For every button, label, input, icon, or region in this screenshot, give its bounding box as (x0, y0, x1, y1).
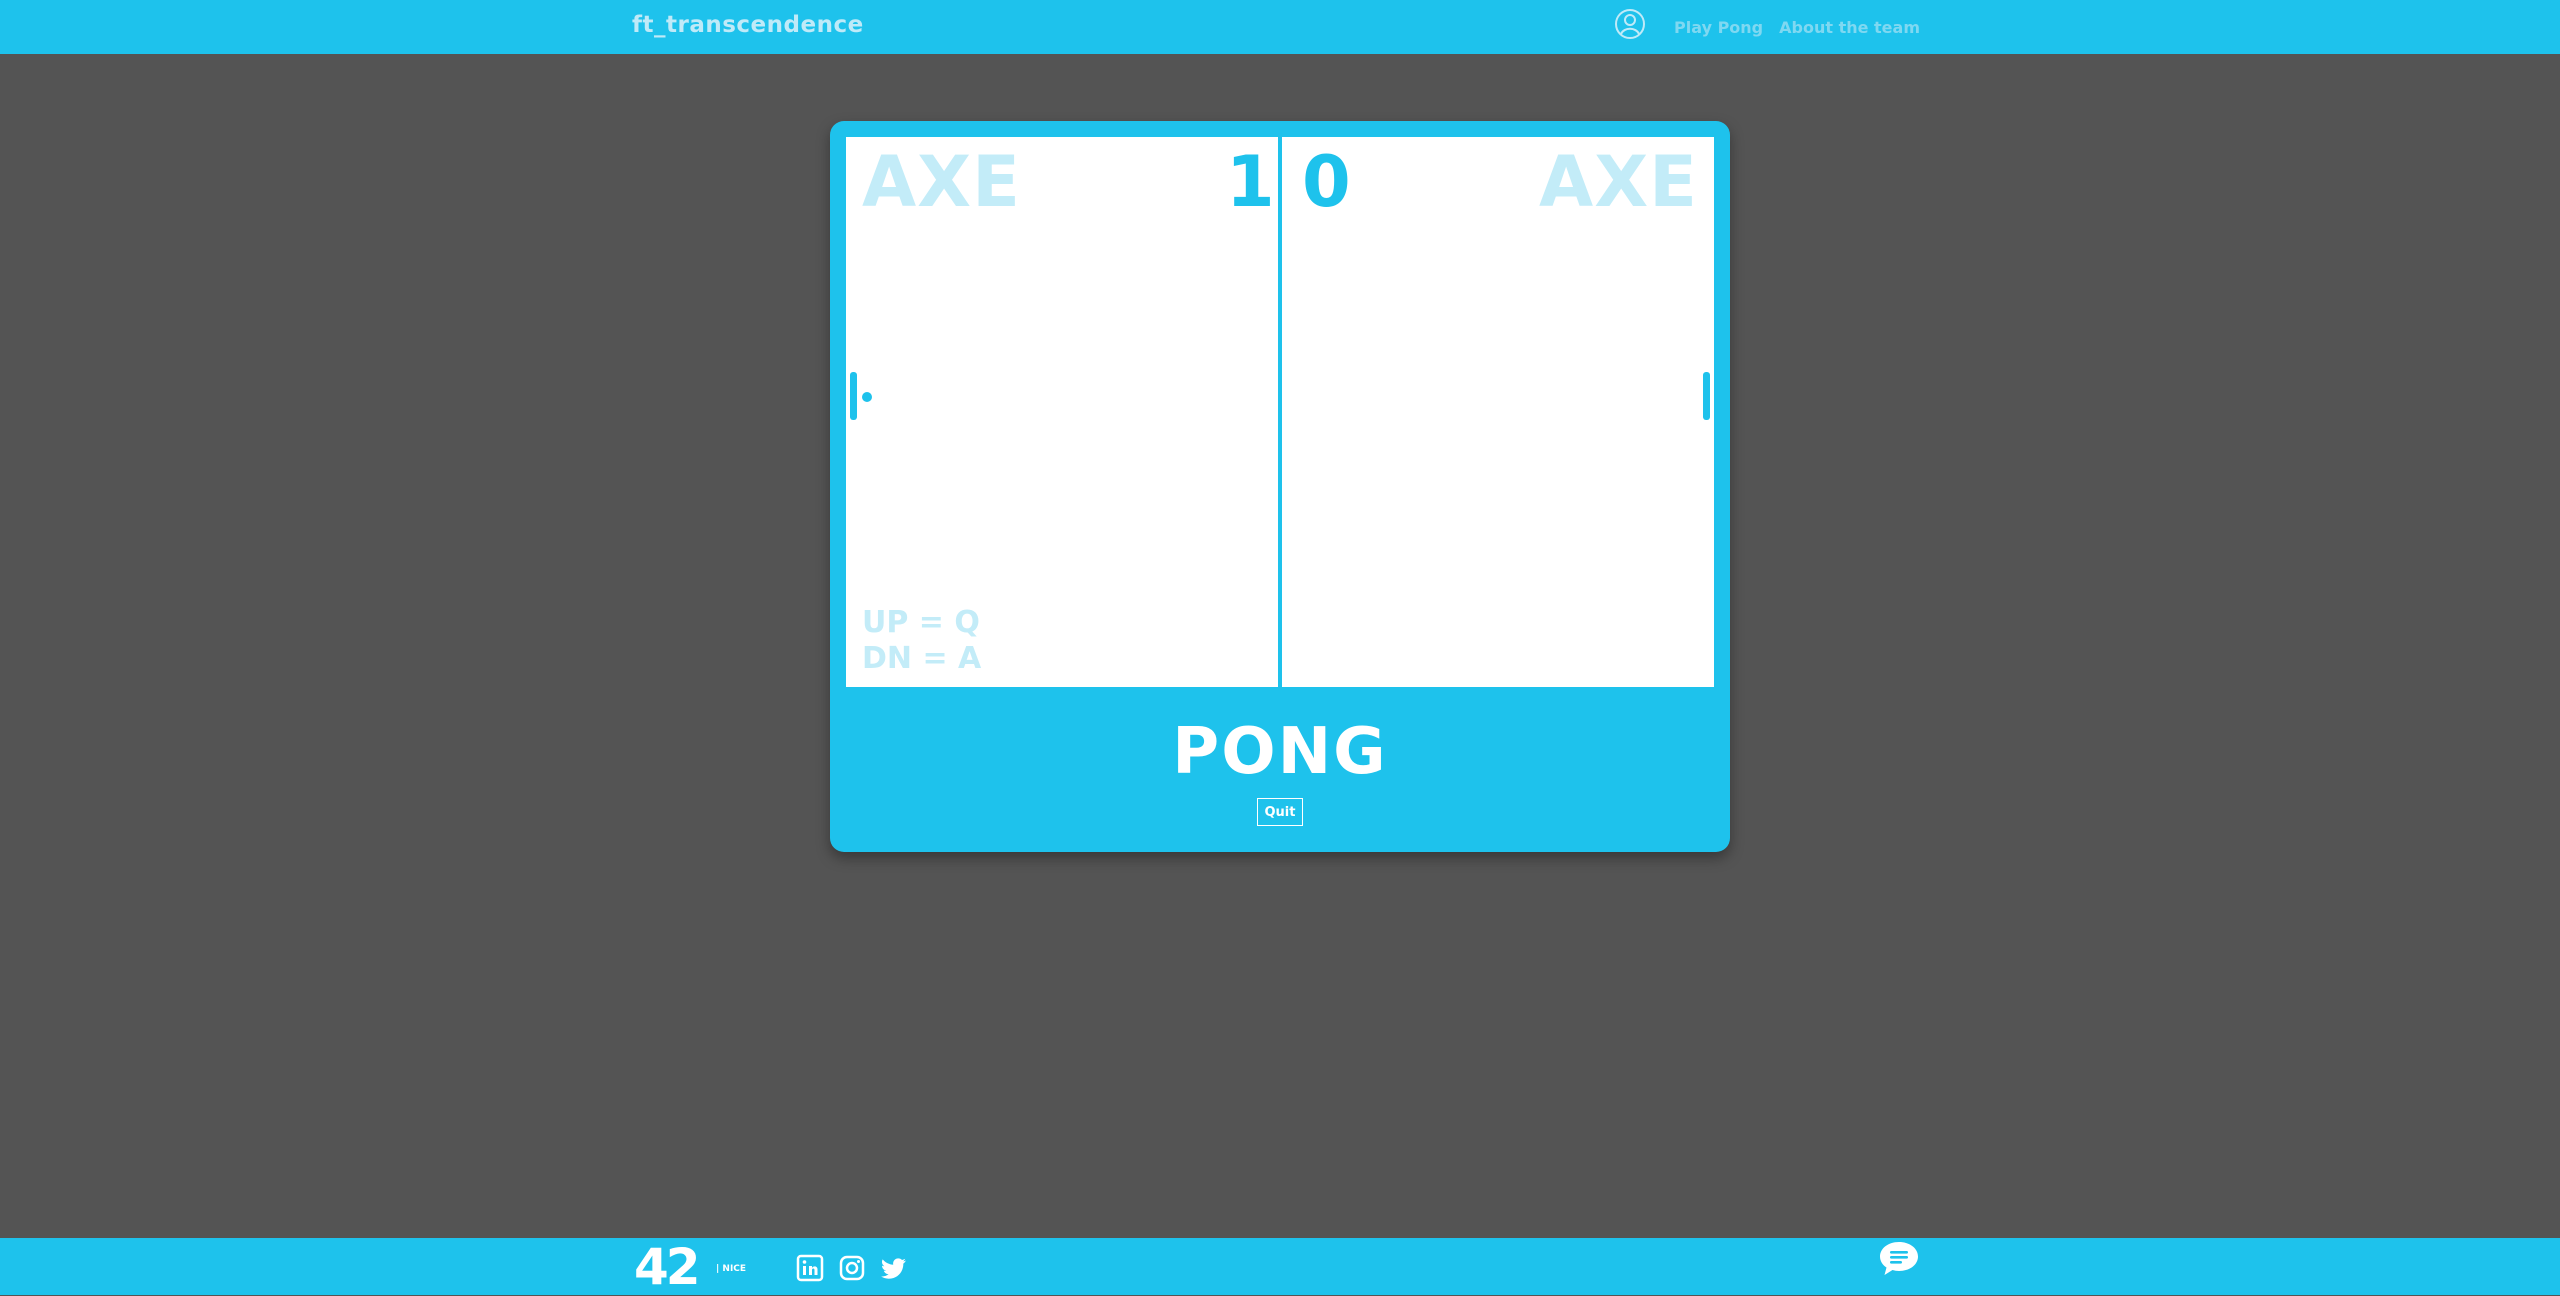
twitter-icon[interactable] (880, 1254, 908, 1282)
user-circle-icon[interactable] (1614, 8, 1646, 40)
control-up-hint: UP = Q (862, 605, 980, 640)
game-title: PONG (1172, 715, 1388, 789)
right-player-name: AXE (1539, 141, 1698, 223)
control-down-hint: DN = A (862, 641, 982, 676)
right-paddle (1703, 372, 1710, 420)
game-card: AXE 1 0 AXE UP = Q DN = A PONG Quit (830, 121, 1730, 852)
instagram-icon[interactable] (838, 1254, 866, 1282)
court-center-line (1278, 137, 1282, 687)
quit-button[interactable]: Quit (1257, 798, 1303, 826)
left-paddle (850, 372, 857, 420)
school-logo-sub: | NICE (716, 1264, 747, 1274)
nav-play-pong[interactable]: Play Pong (1674, 18, 1763, 37)
pong-ball (862, 392, 872, 402)
left-player-name: AXE (862, 141, 1021, 223)
chat-icon[interactable] (1877, 1238, 1921, 1282)
social-links (796, 1254, 908, 1282)
school-logo: 42 (634, 1238, 701, 1296)
linkedin-icon[interactable] (796, 1254, 824, 1282)
controls-hint: UP = Q DN = A (862, 605, 981, 677)
top-navbar: ft_transcendence Play Pong About the tea… (0, 0, 2560, 54)
footer: 42 | NICE (0, 1238, 2560, 1295)
left-player-score: 1 (1226, 141, 1275, 223)
brand-logo[interactable]: ft_transcendence (632, 12, 864, 38)
pong-court: AXE 1 0 AXE UP = Q DN = A (846, 137, 1714, 687)
nav-links: Play Pong About the team (1614, 0, 1920, 54)
nav-about-team[interactable]: About the team (1779, 18, 1920, 37)
right-player-score: 0 (1302, 141, 1351, 223)
